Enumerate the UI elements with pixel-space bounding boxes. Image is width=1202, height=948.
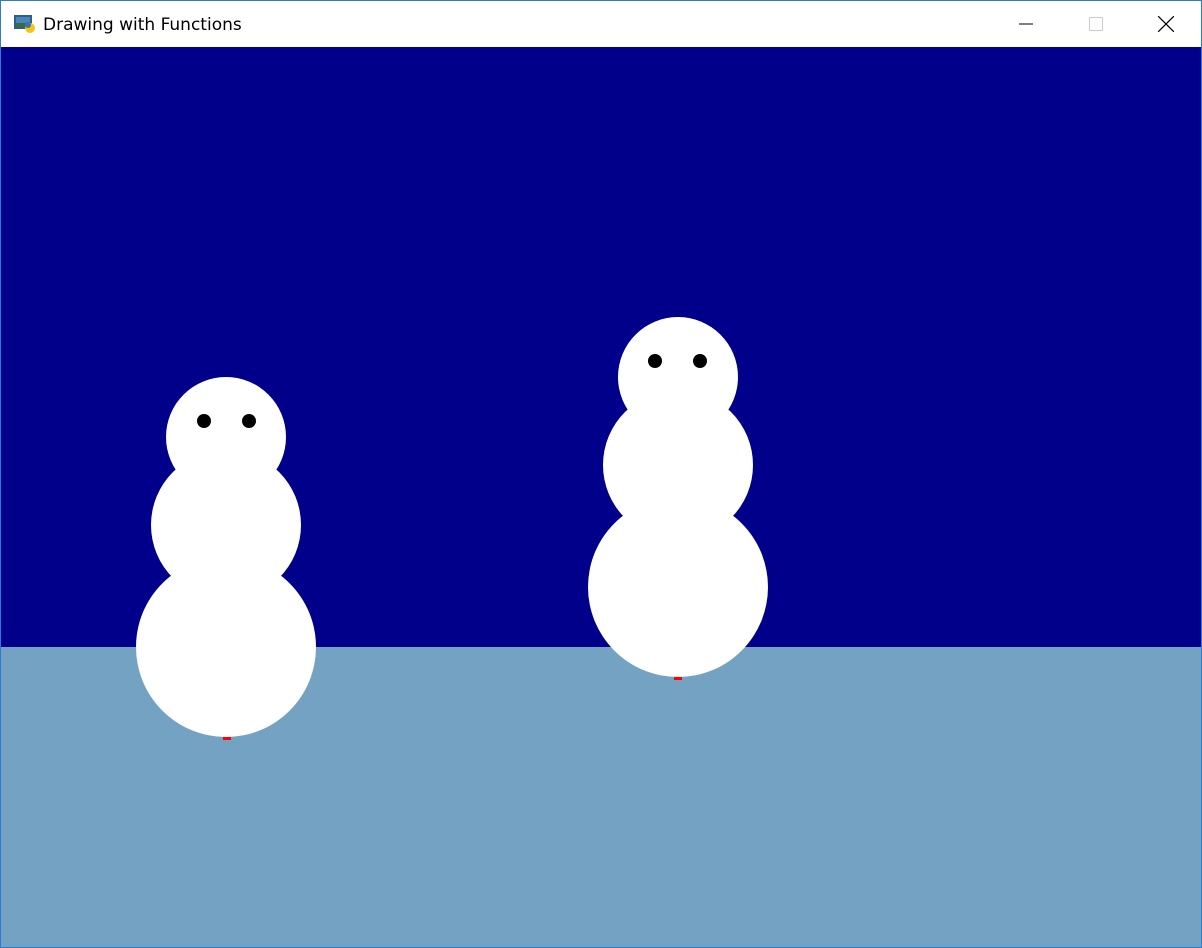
maximize-icon (1089, 17, 1103, 31)
snowman-eye-left (648, 354, 662, 368)
snowman-base-marker (674, 677, 682, 680)
title-bar[interactable]: Drawing with Functions (1, 1, 1201, 47)
minimize-button[interactable] (991, 1, 1061, 47)
app-window: Drawing with Functions (0, 0, 1202, 948)
snowman-eye-right (242, 414, 256, 428)
python-app-icon (14, 15, 35, 33)
drawing-canvas (1, 47, 1201, 947)
snowman-eye-left (197, 414, 211, 428)
maximize-button[interactable] (1061, 1, 1131, 47)
snowman-bottom (588, 497, 768, 677)
snowman-left (136, 377, 316, 740)
snowman-base-marker (223, 737, 231, 740)
close-icon (1158, 16, 1174, 32)
minimize-icon (1019, 23, 1033, 25)
snowman-bottom (136, 557, 316, 737)
scene-drawing (136, 317, 768, 740)
snowman-right (588, 317, 768, 680)
window-title: Drawing with Functions (43, 15, 242, 35)
close-button[interactable] (1131, 1, 1201, 47)
snowman-eye-right (693, 354, 707, 368)
